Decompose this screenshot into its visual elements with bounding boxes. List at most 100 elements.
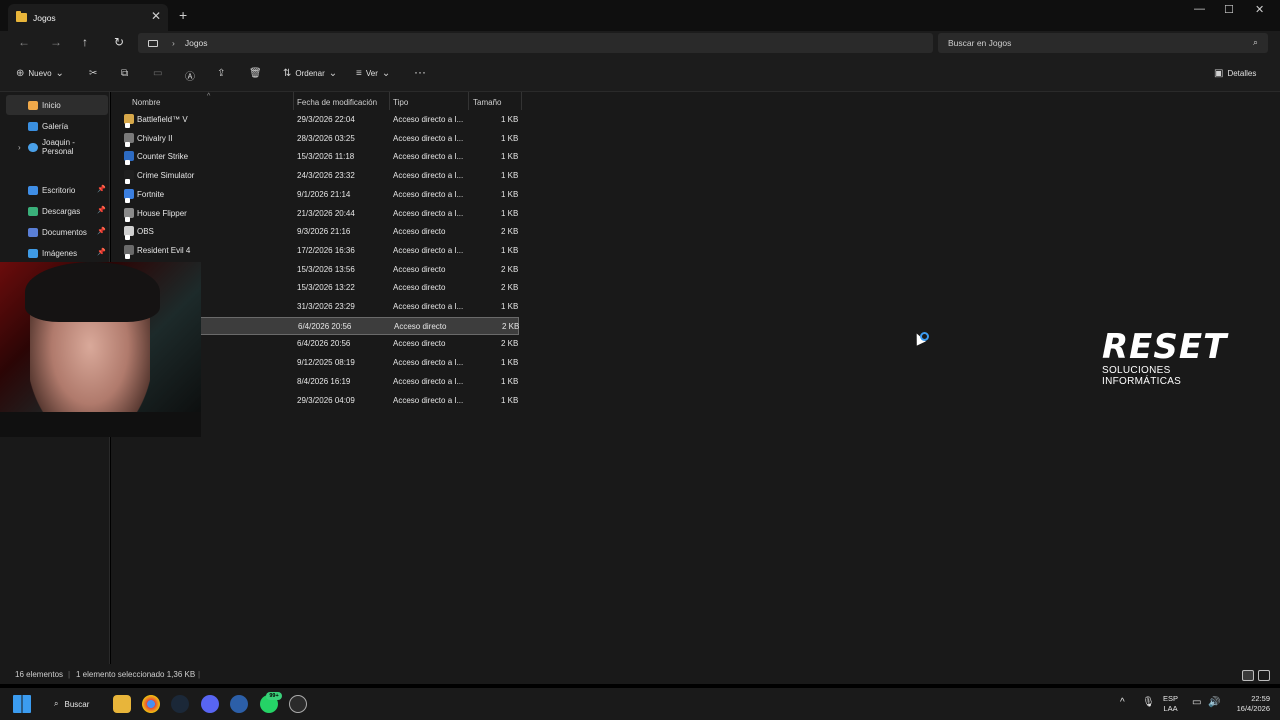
new-tab-button[interactable]: + [179,7,187,23]
chrome-icon[interactable] [142,695,160,713]
column-header-type[interactable]: Tipo [393,94,408,110]
view-button[interactable]: ≡ Ver ⌄ [356,68,390,79]
file-row[interactable]: Resident Evil 4 17/2/2026 16:36 Acceso dir… [122,242,519,260]
more-options-button[interactable]: ··· [414,65,426,79]
file-size: 1 KB [501,189,519,199]
file-row[interactable]: Chivalry II 28/3/2026 03:25 Acceso directo… [122,130,519,148]
search-icon[interactable]: ⌕ [1253,37,1258,48]
back-icon[interactable]: ← [18,35,30,49]
details-button[interactable]: ▣ Detalles [1214,68,1256,79]
chevron-down-icon: ⌄ [381,68,391,79]
search-input[interactable]: Buscar en Jogos ⌕ [938,33,1268,53]
column-divider[interactable] [293,92,294,110]
file-modified: 15/3/2026 13:56 [297,264,355,274]
copy-icon[interactable]: ⧉ [121,68,128,79]
refresh-icon[interactable]: ↻ [114,35,124,49]
file-name: OBS [137,227,154,237]
close-window-button[interactable]: ✕ [1255,3,1264,16]
taskbar-search[interactable]: ⌕ Buscar [46,694,106,714]
sidebar-item-descargas[interactable]: Descargas 📌 [6,201,108,221]
sort-button[interactable]: ⇅ Ordenar ⌄ [283,68,337,79]
chevron-right-icon[interactable]: › [172,38,175,48]
pin-icon[interactable]: 📌 [97,185,106,193]
file-row[interactable]: Counter Strike 15/3/2026 11:18 Acceso dire… [122,148,519,166]
tab-jogos[interactable]: Jogos ✕ [8,4,168,31]
file-type: Acceso directo a I... [393,171,464,181]
clock-time: 22:59 [1251,694,1270,703]
pin-icon[interactable]: 📌 [97,206,106,214]
pin-icon[interactable]: 📌 [97,248,106,256]
forward-icon[interactable]: → [50,35,62,49]
file-size: 1 KB [501,115,519,124]
delete-icon[interactable]: 🗑 [249,68,262,79]
notification-badge: 99+ [266,692,282,700]
column-header-modified[interactable]: Fecha de modificación [297,94,377,110]
sidebar-item-inicio[interactable]: Inicio [6,95,108,115]
file-name: House Flipper [137,208,187,218]
sidebar-item-imagenes[interactable]: Imágenes 📌 [6,243,108,263]
app-icon[interactable] [230,695,248,713]
new-button[interactable]: ⊕ Nuevo ⌄ [16,68,64,79]
sidebar-item-onedrive[interactable]: › Joaquin - Personal [6,137,108,157]
obs-icon[interactable] [289,695,307,713]
column-divider[interactable] [389,92,390,110]
show-hidden-icons[interactable]: ^ [1120,698,1125,708]
gallery-icon [28,121,38,131]
sidebar-item-galeria[interactable]: Galería [6,116,108,136]
column-divider[interactable] [468,92,469,110]
file-modified: 6/4/2026 20:56 [297,339,351,349]
shortcut-icon [124,132,134,147]
sidebar-item-label: Descargas [42,206,81,216]
close-tab-icon[interactable]: ✕ [151,9,161,23]
volume-icon[interactable]: 🔊 [1208,698,1220,708]
discord-icon[interactable] [201,695,219,713]
file-type: Acceso directo [393,339,446,349]
file-modified: 8/4/2026 16:19 [297,376,351,386]
column-divider[interactable] [521,92,522,110]
folder-icon [16,11,27,22]
file-type: Acceso directo [393,227,446,237]
tiles-view-icon[interactable] [1258,670,1270,681]
file-row[interactable]: Crime Simulator 24/3/2026 23:32 Acceso dir… [122,167,519,185]
language-indicator[interactable]: ESP LAA [1163,694,1178,714]
file-row[interactable]: Fortnite 9/1/2026 21:14 Acceso directo a I… [122,186,519,204]
breadcrumb[interactable]: Jogos [185,38,208,48]
address-bar[interactable]: › Jogos [138,33,933,53]
minimize-button[interactable]: — [1194,3,1205,15]
item-count: 16 elementos [15,670,64,679]
shortcut-icon [124,226,134,241]
paste-icon[interactable]: ▭ [153,68,162,79]
file-type: Acceso directo a I... [393,208,464,218]
sidebar-item-documentos[interactable]: Documentos 📌 [6,222,108,242]
shortcut-arrow-icon [125,235,130,241]
file-size: 2 KB [501,264,519,274]
pin-icon[interactable]: 📌 [97,227,106,235]
chevron-right-icon[interactable]: › [18,143,21,152]
file-explorer-icon[interactable] [113,695,131,713]
file-name: Battlefield™ V [137,115,188,124]
sidebar-item-escritorio[interactable]: Escritorio 📌 [6,180,108,200]
command-bar: ⊕ Nuevo ⌄ ✂ ⧉ ▭ Ⓐ ⇪ 🗑 ⇅ Ordenar ⌄ ≡ Ver … [0,56,1280,92]
file-row[interactable]: Battlefield™ V 29/3/2026 22:04 Acceso dire… [122,111,519,129]
details-view-icon[interactable] [1242,670,1254,681]
up-icon[interactable]: ↑ [82,35,88,49]
cut-icon[interactable]: ✂ [89,68,97,79]
file-row[interactable]: OBS 9/3/2026 21:16 Acceso directo 2 KB [122,223,519,241]
file-size: 2 KB [501,339,519,349]
rename-icon[interactable]: Ⓐ [185,68,195,83]
windows-start-icon[interactable] [13,695,31,713]
maximize-button[interactable]: ☐ [1224,3,1234,16]
shortcut-arrow-icon [125,141,130,147]
network-icon[interactable]: ▭ [1192,698,1201,708]
share-icon[interactable]: ⇪ [217,68,225,79]
file-modified: 29/3/2026 04:09 [297,395,355,405]
file-row[interactable]: House Flipper 21/3/2026 20:44 Acceso direc… [122,205,519,223]
language-top: ESP [1163,694,1179,703]
column-header-size[interactable]: Tamaño [473,94,501,110]
status-bar: 16 elementos | 1 elemento seleccionado 1… [0,664,1280,684]
file-size: 1 KB [501,133,519,143]
microphone-icon[interactable]: 🎙 [1142,698,1155,708]
steam-icon[interactable] [171,695,189,713]
column-header-name[interactable]: Nombre [132,94,160,110]
clock[interactable]: 22:59 16/4/2026 [1228,694,1270,714]
